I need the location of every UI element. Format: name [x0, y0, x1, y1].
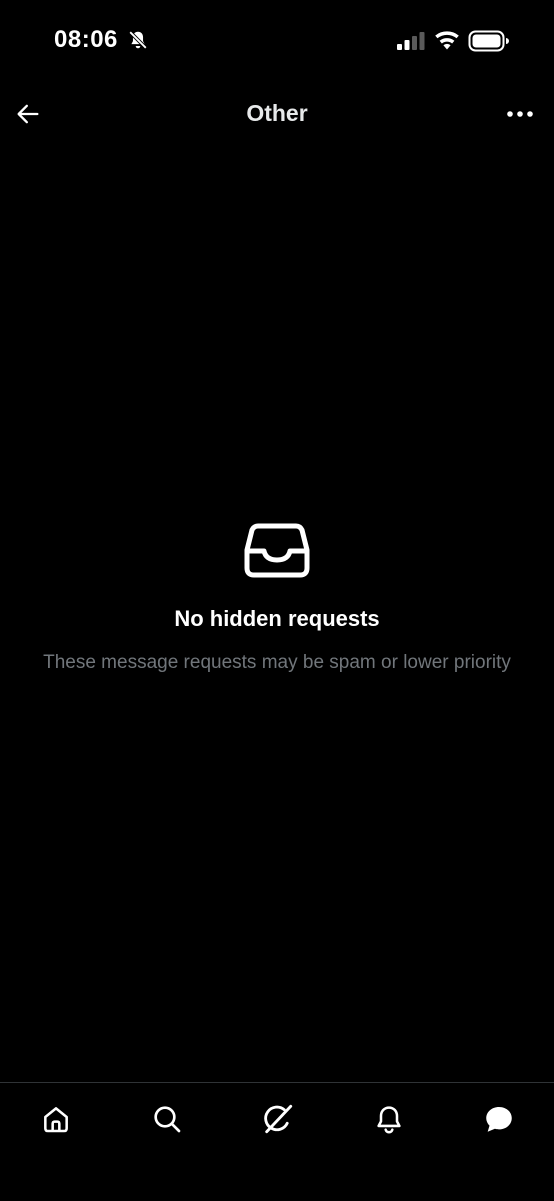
more-options-button[interactable] [500, 94, 540, 134]
home-icon [44, 1107, 68, 1133]
nav-messages[interactable] [477, 1097, 521, 1141]
nav-notifications[interactable] [367, 1097, 411, 1141]
bell-muted-icon [128, 30, 148, 50]
grok-icon [264, 1104, 293, 1134]
nav-grok[interactable] [256, 1097, 300, 1141]
empty-state-subtitle: These message requests may be spam or lo… [43, 652, 511, 673]
battery-icon [468, 30, 509, 52]
more-horizontal-icon [507, 111, 533, 117]
message-bubble-icon [486, 1106, 512, 1132]
status-bar: 08:06 [0, 0, 554, 84]
page-title: Other [246, 100, 308, 126]
bell-icon [377, 1106, 401, 1134]
header: Other [0, 84, 554, 144]
nav-search[interactable] [145, 1097, 189, 1141]
cellular-signal-icon [397, 32, 425, 50]
status-time: 08:06 [54, 26, 118, 53]
empty-state: No hidden requests These message request… [40, 520, 514, 676]
search-icon [154, 1106, 181, 1133]
nav-home[interactable] [34, 1097, 78, 1141]
bottom-navigation [0, 1082, 554, 1201]
inbox-tray-icon [244, 523, 310, 578]
empty-state-title: No hidden requests [174, 606, 380, 631]
wifi-icon [435, 31, 459, 50]
